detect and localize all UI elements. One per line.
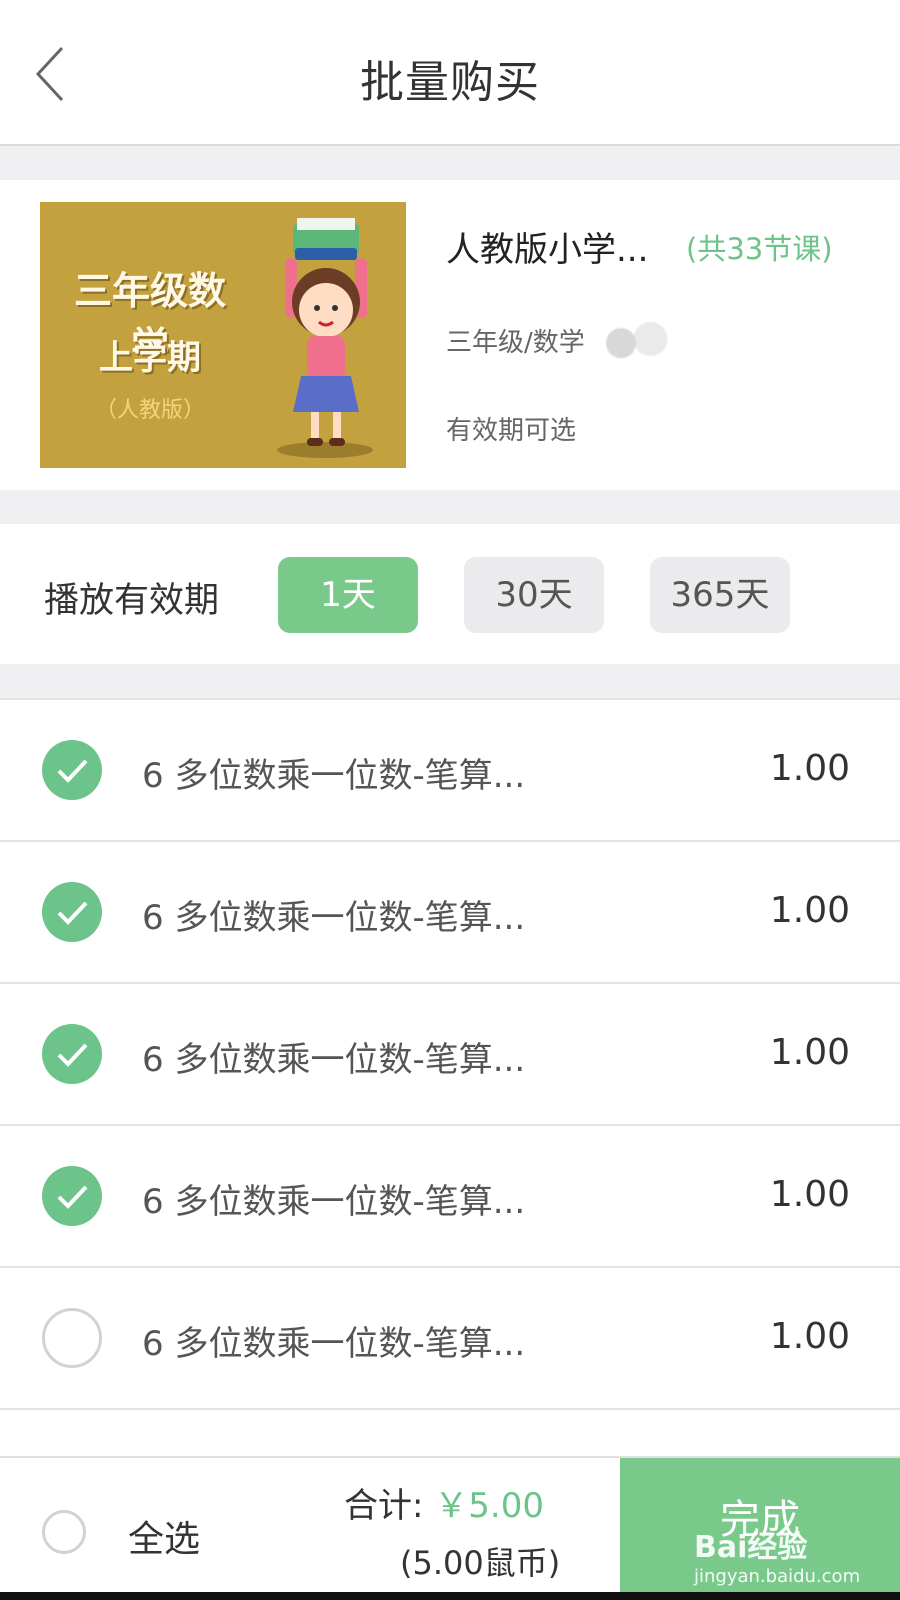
checkbox-checked[interactable] <box>42 1166 102 1226</box>
lesson-title: 6 多位数乘一位数-笔算... <box>142 1324 526 1364</box>
redacted-area <box>600 320 670 362</box>
total-amount: ￥5.00 <box>434 1486 544 1526</box>
total-coins: (5.00鼠币) <box>400 1544 561 1582</box>
watermark-logo-text: Bai经验 <box>694 1530 808 1565</box>
page-title: 批量购买 <box>360 57 540 108</box>
lesson-title: 6 多位数乘一位数-笔算... <box>142 1040 526 1080</box>
list-item[interactable]: 6 多位数乘一位数-笔算... 1.00 <box>0 700 900 842</box>
checkmark-icon <box>57 1043 88 1067</box>
lesson-title: 6 多位数乘一位数-笔算... <box>142 756 526 796</box>
course-name: 人教版小学... <box>446 230 649 270</box>
cover-subtitle: 上学期 <box>99 338 201 378</box>
lesson-list: 6 多位数乘一位数-笔算... 1.00 6 多位数乘一位数-笔算... 1.0… <box>0 698 900 1458</box>
course-card[interactable]: 三年级数学 上学期 （人教版） 人教版小学... (共33节课) 三年级/数学 … <box>0 180 900 490</box>
list-item[interactable]: 6 多位数乘一位数-笔算... 1.00 <box>0 1268 900 1410</box>
lesson-price: 1.00 <box>769 1316 850 1357</box>
lesson-price: 1.00 <box>769 890 850 931</box>
course-category: 三年级/数学 <box>446 328 585 358</box>
lesson-price: 1.00 <box>769 1032 850 1073</box>
total-price: 合计: ￥5.00 <box>344 1478 544 1527</box>
baidu-jingyan-watermark: Bai经验 jingyan.baidu.com <box>694 1522 894 1592</box>
period-option-30-days[interactable]: 30天 <box>464 557 604 633</box>
course-cover-image: 三年级数学 上学期 （人教版） <box>40 202 406 468</box>
list-item[interactable]: 6 多位数乘一位数-笔算... 1.00 <box>0 984 900 1126</box>
top-bar: 批量购买 <box>0 0 900 146</box>
course-validity: 有效期可选 <box>446 416 577 446</box>
lesson-title: 6 多位数乘一位数-笔算... <box>142 898 526 938</box>
checkbox-checked[interactable] <box>42 1024 102 1084</box>
period-label: 播放有效期 <box>44 581 220 621</box>
lesson-title: 6 多位数乘一位数-笔算... <box>142 1182 526 1222</box>
checkbox-checked[interactable] <box>42 882 102 942</box>
select-all-checkbox[interactable] <box>42 1510 86 1554</box>
watermark-url: jingyan.baidu.com <box>694 1566 861 1587</box>
total-label: 合计: <box>344 1486 435 1526</box>
checkmark-icon <box>57 759 88 783</box>
select-all-label[interactable]: 全选 <box>128 1510 200 1562</box>
list-item[interactable]: 6 多位数乘一位数-笔算... 1.00 <box>0 1126 900 1268</box>
checkbox-checked[interactable] <box>42 740 102 800</box>
checkmark-icon <box>57 1185 88 1209</box>
lesson-price: 1.00 <box>769 748 850 789</box>
lesson-price: 1.00 <box>769 1174 850 1215</box>
system-nav-bar <box>0 1592 900 1600</box>
validity-period-selector: 播放有效期 1天 30天 365天 <box>0 524 900 664</box>
lesson-count: (共33节课) <box>686 232 833 266</box>
checkmark-icon <box>57 901 88 925</box>
girl-with-book-illustration <box>277 218 373 458</box>
period-option-365-days[interactable]: 365天 <box>650 557 790 633</box>
period-option-1-day[interactable]: 1天 <box>278 557 418 633</box>
list-item[interactable]: 6 多位数乘一位数-笔算... 1.00 <box>0 842 900 984</box>
checkbox-unchecked[interactable] <box>42 1308 102 1368</box>
cover-edition: （人教版） <box>94 398 205 423</box>
